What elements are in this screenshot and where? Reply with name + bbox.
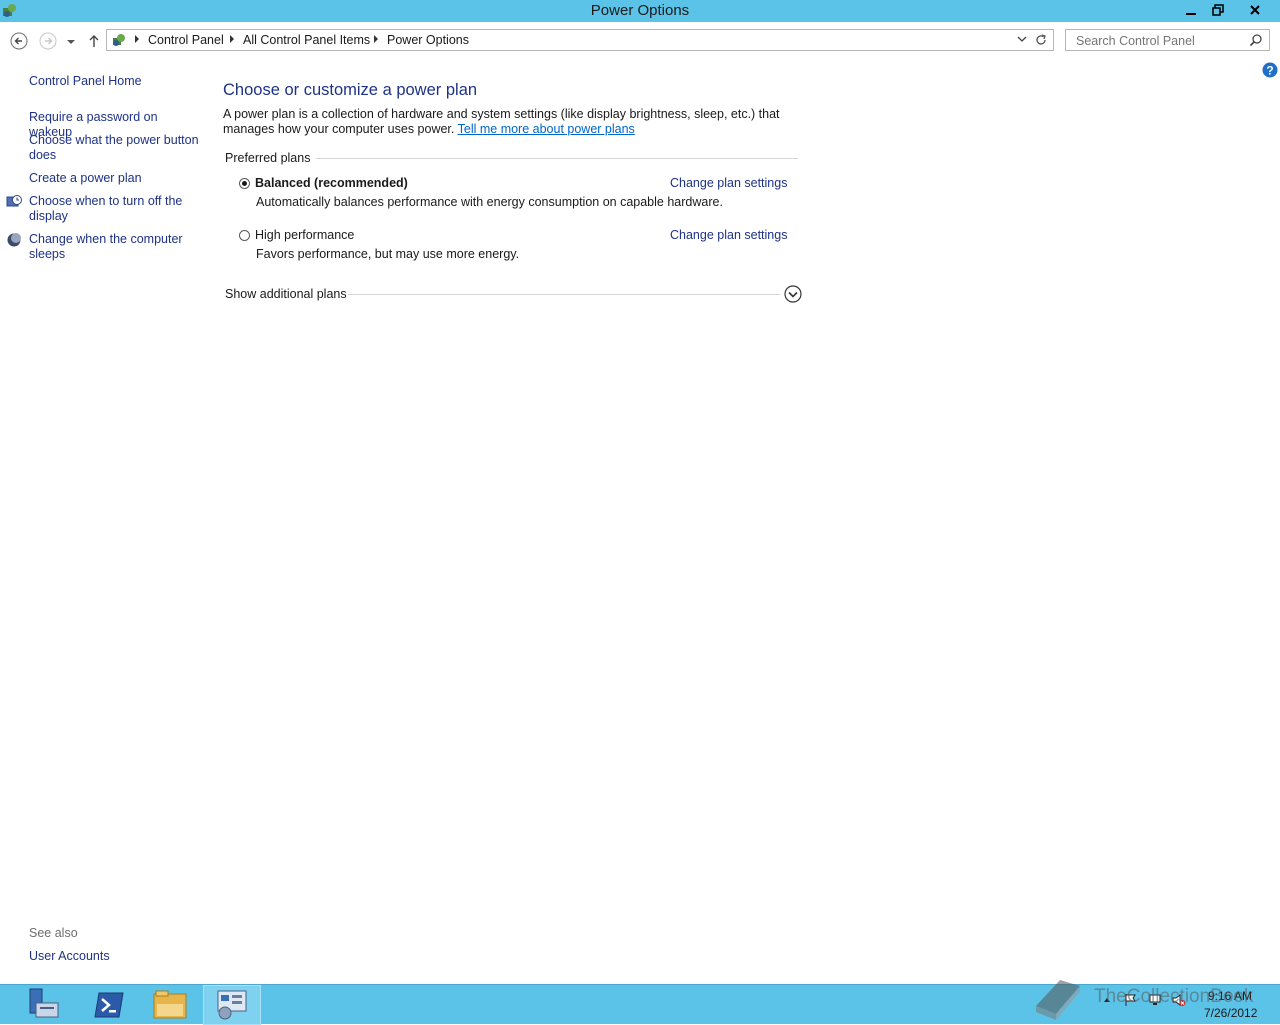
control-panel-icon <box>217 990 247 1020</box>
learn-more-link[interactable]: Tell me more about power plans <box>458 122 635 136</box>
balanced-plan-name[interactable]: Balanced (recommended) <box>255 176 408 190</box>
svg-text:?: ? <box>1266 64 1273 78</box>
balanced-change-settings-link[interactable]: Change plan settings <box>670 176 787 190</box>
close-button[interactable] <box>1231 0 1278 20</box>
moon-sleep-icon <box>7 233 21 247</box>
taskbar-server-manager[interactable] <box>16 985 74 1025</box>
breadcrumb-separator[interactable] <box>230 35 234 43</box>
page-title: Choose or customize a power plan <box>223 81 478 99</box>
up-arrow-icon[interactable] <box>86 31 102 51</box>
watermark: TheCollectionBook <box>1030 976 1262 1022</box>
file-explorer-icon <box>153 990 187 1019</box>
additional-plans-divider <box>348 294 780 295</box>
control-panel-icon <box>113 34 125 46</box>
sidebar-item-control-panel-home[interactable]: Control Panel Home <box>29 74 199 89</box>
window-title: Power Options <box>590 2 690 19</box>
refresh-icon[interactable] <box>1033 32 1049 48</box>
search-input[interactable] <box>1074 33 1248 49</box>
see-also-label: See also <box>29 926 78 940</box>
back-icon[interactable] <box>9 31 29 51</box>
recent-pages-chevron-icon[interactable] <box>64 31 78 51</box>
breadcrumb-power-options[interactable]: Power Options <box>387 33 469 47</box>
balanced-plan-radio[interactable] <box>239 178 250 189</box>
high-performance-change-settings-link[interactable]: Change plan settings <box>670 228 787 242</box>
address-bar[interactable]: Control Panel All Control Panel Items Po… <box>106 29 1054 51</box>
breadcrumb-all-items[interactable]: All Control Panel Items <box>243 33 370 47</box>
minimize-icon <box>1185 13 1196 15</box>
show-additional-plans-label[interactable]: Show additional plans <box>225 287 347 301</box>
close-icon <box>1249 5 1260 15</box>
search-icon[interactable] <box>1249 33 1263 47</box>
minimize-button[interactable] <box>1177 0 1204 20</box>
help-icon[interactable]: ? <box>1262 62 1278 78</box>
balanced-plan-description: Automatically balances performance with … <box>256 195 723 209</box>
preferred-plans-label: Preferred plans <box>225 151 317 165</box>
page-description: A power plan is a collection of hardware… <box>223 107 823 137</box>
search-box[interactable] <box>1065 29 1270 51</box>
restore-button[interactable] <box>1204 0 1231 20</box>
high-performance-plan-name[interactable]: High performance <box>255 228 354 242</box>
display-timer-icon <box>6 195 22 207</box>
sidebar-item-user-accounts[interactable]: User Accounts <box>29 949 199 964</box>
sidebar-item-create-plan[interactable]: Create a power plan <box>29 171 199 186</box>
sidebar-item-computer-sleeps[interactable]: Change when the computer sleeps <box>29 232 199 262</box>
sidebar-item-turn-off-display[interactable]: Choose when to turn off the display <box>29 194 199 224</box>
powershell-icon <box>94 992 124 1018</box>
sidebar-item-power-button[interactable]: Choose what the power button does <box>29 133 199 163</box>
taskbar-powershell[interactable] <box>80 985 138 1025</box>
restore-icon <box>1211 4 1224 16</box>
address-dropdown-icon[interactable] <box>1017 34 1027 44</box>
high-performance-plan-radio[interactable] <box>239 230 250 241</box>
watermark-text: TheCollectionBook <box>1094 986 1254 1007</box>
book-logo-icon <box>1036 980 1080 1020</box>
taskbar-control-panel[interactable] <box>203 985 261 1025</box>
taskbar-file-explorer[interactable] <box>141 985 199 1025</box>
forward-icon[interactable] <box>38 31 58 51</box>
high-performance-plan-description: Favors performance, but may use more ene… <box>256 247 520 261</box>
breadcrumb-control-panel[interactable]: Control Panel <box>148 33 224 47</box>
breadcrumb-separator[interactable] <box>135 35 139 43</box>
server-manager-icon <box>29 988 59 1018</box>
breadcrumb-separator[interactable] <box>374 35 378 43</box>
navigation-bar: Control Panel All Control Panel Items Po… <box>0 22 1280 59</box>
title-bar: Power Options <box>0 0 1280 22</box>
expand-chevron-icon[interactable] <box>784 285 802 303</box>
